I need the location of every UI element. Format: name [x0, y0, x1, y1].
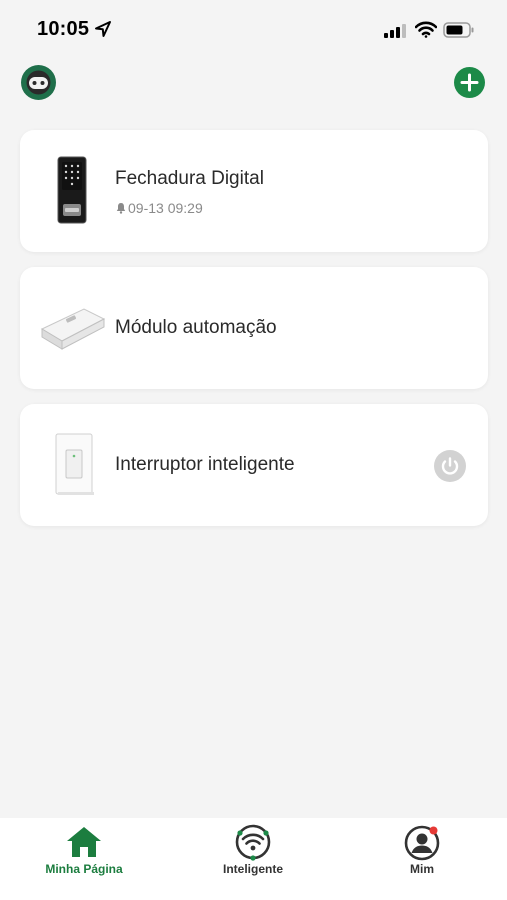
relay-module-icon	[40, 308, 106, 350]
tab-bar: Minha Página Inteligente Mim	[0, 818, 507, 900]
status-time: 10:05	[37, 18, 90, 40]
tab-inteligente[interactable]: Inteligente	[193, 818, 313, 900]
bell-icon	[116, 203, 126, 214]
cellular-signal-icon	[384, 24, 406, 38]
tab-label: Mim	[410, 862, 434, 876]
smart-lock-icon	[57, 156, 87, 224]
profile-icon	[404, 825, 440, 861]
tab-label: Minha Página	[45, 862, 123, 876]
device-card-interruptor[interactable]: Interruptor inteligente	[20, 404, 488, 526]
device-card-modulo[interactable]: Módulo automação	[20, 267, 488, 389]
power-toggle-button[interactable]	[434, 450, 466, 482]
device-last-event-time: 09-13 09:29	[128, 200, 203, 216]
device-last-event: 09-13 09:29	[115, 200, 203, 216]
tab-mim[interactable]: Mim	[362, 818, 482, 900]
device-name: Fechadura Digital	[115, 168, 264, 189]
device-card-fechadura[interactable]: Fechadura Digital 09-13 09:29	[20, 130, 488, 252]
smart-scene-icon	[235, 824, 271, 861]
battery-icon	[443, 22, 474, 38]
wifi-icon	[415, 21, 437, 38]
power-icon	[441, 457, 459, 475]
device-name: Módulo automação	[115, 317, 277, 338]
add-device-button[interactable]	[454, 67, 485, 98]
avatar[interactable]	[21, 65, 56, 100]
tab-label: Inteligente	[222, 862, 283, 876]
device-name: Interruptor inteligente	[115, 454, 295, 475]
status-bar: 10:05	[0, 0, 507, 60]
home-avatar-icon	[22, 66, 55, 99]
location-arrow-icon	[95, 21, 111, 37]
home-icon	[67, 827, 101, 857]
tab-minha-pagina[interactable]: Minha Página	[24, 818, 144, 900]
plus-icon	[460, 73, 479, 92]
wall-switch-icon	[55, 433, 94, 495]
